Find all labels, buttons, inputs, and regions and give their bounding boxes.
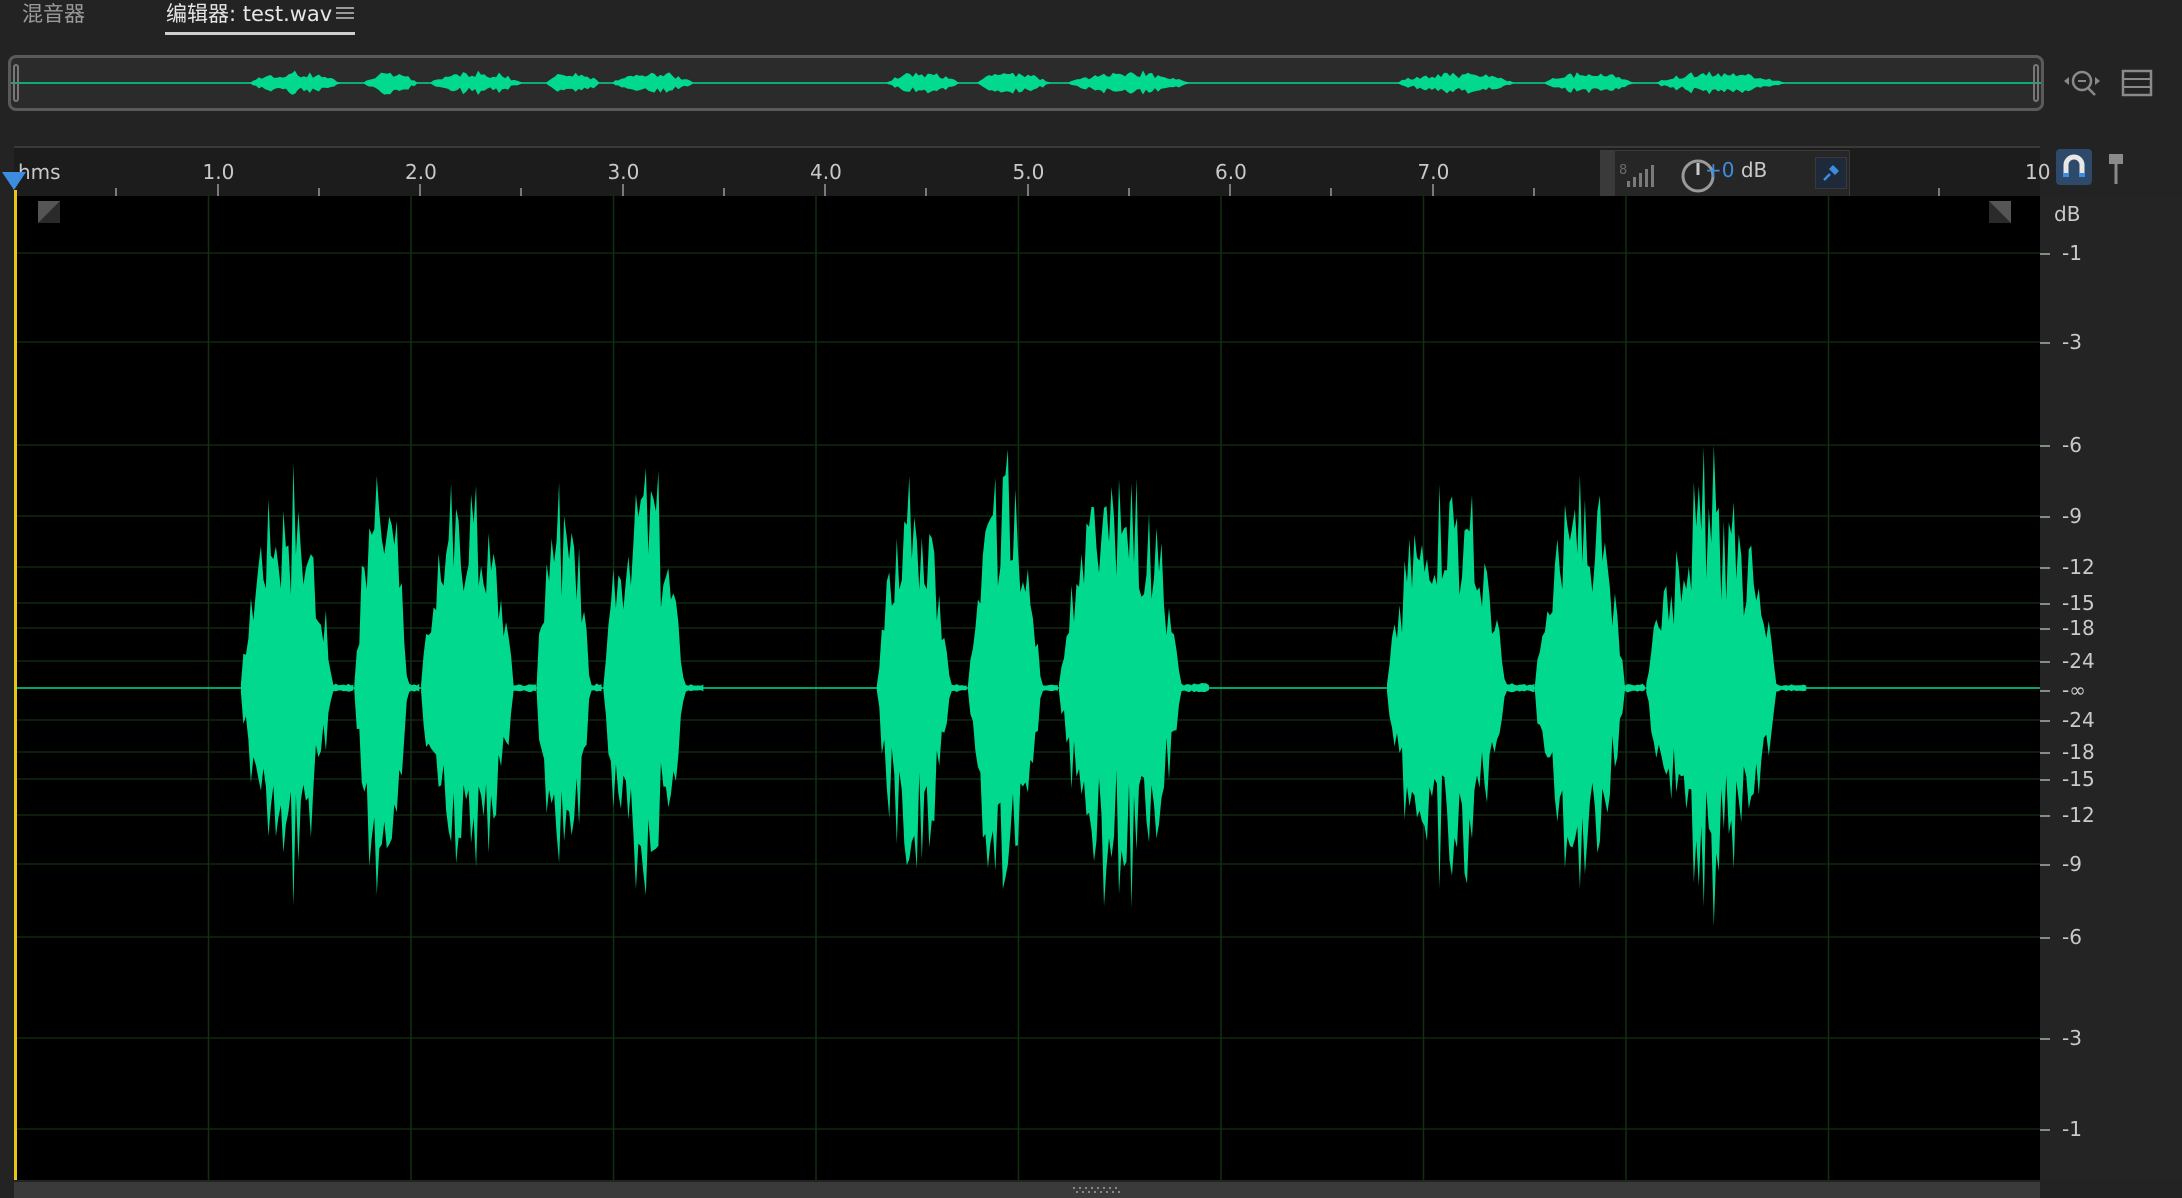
waveform-burst — [421, 483, 537, 868]
waveform-burst — [1534, 475, 1645, 889]
db-tick — [2040, 628, 2050, 630]
snap-toggle-button[interactable] — [2056, 149, 2092, 185]
marker-button[interactable] — [2104, 152, 2128, 186]
waveform-burst — [1396, 72, 1543, 94]
marker-icon — [2109, 154, 2123, 184]
db-tick — [2040, 864, 2050, 866]
db-label: -12 — [2062, 555, 2095, 579]
db-tick — [2040, 752, 2050, 754]
waveform-burst — [603, 468, 704, 896]
overview-navigator[interactable] — [8, 55, 2044, 111]
ruler-label-3.0: 3.0 — [607, 160, 640, 184]
horizontal-scrollbar[interactable] — [14, 1182, 2040, 1198]
db-label: -1 — [2062, 241, 2082, 265]
ruler-label-6.0: 6.0 — [1215, 160, 1247, 184]
db-label: -15 — [2062, 767, 2095, 791]
db-tick — [2040, 1129, 2050, 1131]
db-tick — [2040, 720, 2050, 722]
ruler-label-10: 10 — [2025, 160, 2051, 184]
panel-layout-icon[interactable] — [2120, 66, 2160, 106]
hud-drag-handle[interactable] — [1601, 151, 1615, 199]
waveform-burst — [354, 475, 420, 895]
tab-bar: 混音器 编辑器: test.wav — [0, 0, 2182, 40]
waveform-burst — [240, 462, 354, 907]
zoom-navigator-icon[interactable] — [2062, 63, 2102, 103]
db-tick — [2040, 779, 2050, 781]
pin-hud-button[interactable] — [1815, 157, 1847, 189]
waveform-burst — [536, 482, 602, 863]
db-label: -9 — [2062, 504, 2082, 528]
gain-readout[interactable]: +0 dB — [1705, 158, 1767, 182]
db-label: -∞ — [2062, 678, 2086, 702]
waveform-canvas — [14, 196, 2040, 1180]
waveform-burst — [876, 476, 967, 869]
db-label: -18 — [2062, 616, 2095, 640]
waveform-burst — [430, 70, 545, 95]
db-label: -3 — [2062, 1026, 2082, 1050]
ruler-label-1.0: 1.0 — [202, 160, 235, 184]
waveform-burst — [1646, 444, 1807, 927]
active-tab-indicator — [165, 32, 355, 35]
db-unit-label: dB — [2054, 202, 2081, 226]
db-label: -15 — [2062, 591, 2095, 615]
pin-icon — [1823, 165, 1839, 181]
db-label: -1 — [2062, 1117, 2082, 1141]
db-tick — [2040, 342, 2050, 344]
signal-level-icon — [1627, 165, 1654, 187]
db-tick — [2040, 690, 2050, 692]
db-tick — [2040, 661, 2050, 663]
ruler-label-5.0: 5.0 — [1012, 160, 1045, 184]
db-label: -24 — [2062, 708, 2095, 732]
db-tick — [2040, 516, 2050, 518]
db-tick — [2040, 937, 2050, 939]
overview-left-handle[interactable] — [13, 64, 19, 102]
overview-right-handle[interactable] — [2033, 64, 2039, 102]
gain-value: +0 — [1705, 158, 1735, 182]
ruler-label-2.0: 2.0 — [405, 160, 437, 184]
hamburger-menu-icon[interactable] — [336, 4, 354, 20]
db-scale: dB -1 -3 -6 -9 -12 -15 -18 -24 -∞ -24 -18 -15 -12 -9-… — [2040, 196, 2182, 1180]
snap-magnet-icon — [2063, 154, 2085, 177]
db-tick — [2040, 815, 2050, 817]
db-tick — [2040, 1038, 2050, 1040]
waveform-burst — [967, 449, 1058, 889]
ruler-label-7.0: 7.0 — [1417, 160, 1450, 184]
waveform-burst — [1387, 484, 1535, 889]
waveform-burst — [1059, 478, 1209, 909]
playhead-handle[interactable] — [2, 172, 26, 190]
tab-editor[interactable]: 编辑器: test.wav — [166, 0, 332, 28]
db-label: -24 — [2062, 649, 2095, 673]
db-label: -12 — [2062, 803, 2095, 827]
tab-mixer[interactable]: 混音器 — [22, 0, 85, 28]
db-label: -6 — [2062, 433, 2082, 457]
fade-out-handle[interactable] — [1989, 201, 2011, 223]
db-tick — [2040, 253, 2050, 255]
db-label: -18 — [2062, 740, 2095, 764]
db-label: -3 — [2062, 330, 2082, 354]
db-tick — [2040, 603, 2050, 605]
overview-waveform — [11, 70, 2041, 95]
db-label: -9 — [2062, 852, 2082, 876]
scroll-grip-icon[interactable] — [1073, 1187, 1123, 1193]
waveform-display[interactable] — [14, 196, 2040, 1180]
fade-in-handle[interactable] — [38, 201, 60, 223]
gain-unit: dB — [1740, 158, 1768, 182]
waveform-burst — [885, 72, 976, 94]
db-label: -6 — [2062, 925, 2082, 949]
ruler-label-4.0: 4.0 — [810, 160, 842, 184]
playhead-line[interactable] — [14, 190, 17, 1180]
db-tick — [2040, 445, 2050, 447]
db-tick — [2040, 567, 2050, 569]
